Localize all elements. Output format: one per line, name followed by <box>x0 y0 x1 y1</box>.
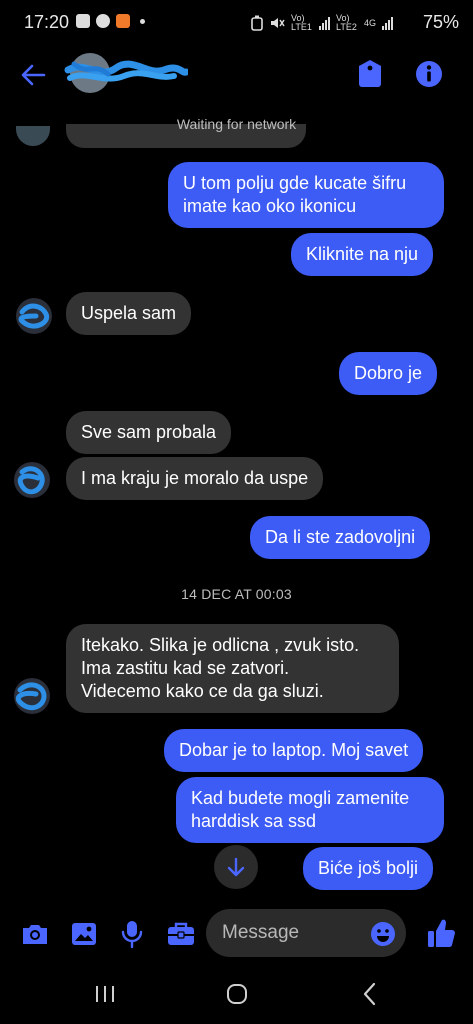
message-bubble-outgoing[interactable]: Dobar je to laptop. Moj savet <box>164 729 424 772</box>
message-composer <box>0 905 473 961</box>
viber-notification-icon <box>96 14 110 28</box>
battery-level: 75% <box>422 12 459 32</box>
notification-icons <box>76 14 145 28</box>
more-notifications-dot <box>140 18 145 24</box>
battery-saver-icon <box>251 15 263 31</box>
mute-icon <box>270 18 285 28</box>
network-type-label: 4G <box>363 18 376 28</box>
contact-avatar <box>16 298 52 334</box>
home-icon[interactable] <box>225 982 249 1006</box>
info-icon[interactable] <box>414 59 444 89</box>
message-bubble-incoming[interactable]: Sve sam probala <box>66 411 232 454</box>
message-bubble-incoming[interactable]: Uspela sam <box>66 292 192 335</box>
thumbs-up-icon[interactable] <box>426 917 456 949</box>
contact-name-scribble[interactable] <box>64 58 188 88</box>
gallery-notification-icon <box>76 14 90 28</box>
system-navigation-bar <box>0 964 473 1024</box>
briefcase-icon[interactable] <box>166 919 196 949</box>
message-bubble-incoming[interactable]: I ma kraju je moralo da uspe <box>66 457 324 500</box>
image-icon[interactable] <box>69 919 99 949</box>
message-bubble-outgoing[interactable]: Kad budete mogli zamenite harddisk sa ss… <box>176 777 444 843</box>
status-bar: 17:20 Vo) LTE1 Vo) LTE2 4G 75% <box>0 0 473 46</box>
signal-2-icon <box>382 16 393 30</box>
camera-icon[interactable] <box>20 919 50 949</box>
message-bubble-outgoing[interactable]: Biće još bolji <box>303 847 434 890</box>
tag-icon[interactable] <box>356 58 384 88</box>
back-icon[interactable] <box>358 981 382 1007</box>
contact-avatar <box>14 462 50 498</box>
contact-avatar <box>14 678 50 714</box>
recent-apps-icon[interactable] <box>93 982 117 1006</box>
signal-1-icon <box>318 16 330 30</box>
date-separator: 14 DEC AT 00:03 <box>181 586 292 602</box>
emoji-icon[interactable] <box>370 921 396 947</box>
avatar-scribble-icon <box>18 303 50 329</box>
connection-status: Waiting for network <box>176 116 297 132</box>
message-bubble-outgoing[interactable]: Dobro je <box>339 352 438 395</box>
sim1-label: Vo) LTE1 <box>290 13 312 32</box>
arrow-left-icon[interactable] <box>18 60 48 90</box>
message-bubble-outgoing[interactable]: U tom polju gde kucate šifru imate kao o… <box>168 162 444 228</box>
message-bubble-incoming[interactable]: Itekako. Slika je odlicna , zvuk isto. I… <box>66 624 399 713</box>
message-bubble-outgoing[interactable]: Da li ste zadovoljni <box>250 516 431 559</box>
message-bubble-outgoing[interactable]: Kliknite na nju <box>291 233 434 276</box>
scroll-to-bottom-button[interactable] <box>214 845 258 889</box>
chat-header <box>0 46 473 102</box>
microphone-icon[interactable] <box>117 919 147 949</box>
app-notification-icon <box>116 14 130 28</box>
arrow-down-icon <box>227 857 245 877</box>
avatar-scribble-icon <box>17 466 45 495</box>
sim2-label: Vo) LTE2 <box>335 13 357 32</box>
status-time: 17:20 <box>24 12 70 32</box>
system-icons: Vo) LTE1 Vo) LTE2 4G <box>251 14 393 32</box>
avatar-scribble-icon <box>15 682 47 711</box>
